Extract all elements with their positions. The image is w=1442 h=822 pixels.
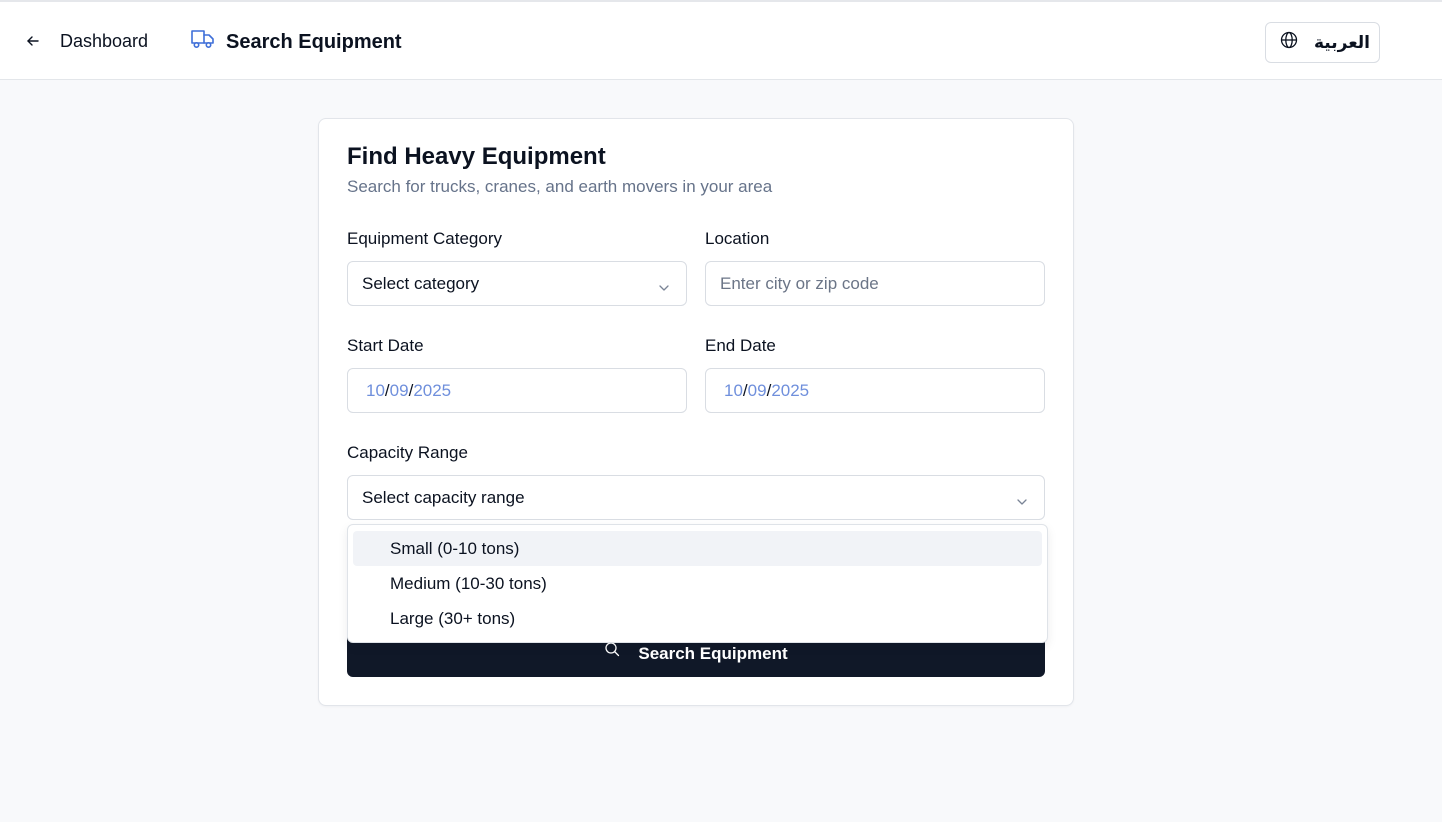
capacity-label: Capacity Range [347, 443, 468, 462]
back-label: Dashboard [60, 30, 149, 51]
start-date-month[interactable]: 10 [366, 381, 385, 401]
capacity-select[interactable]: Select capacity range [347, 475, 1045, 520]
end-date-label: End Date [705, 336, 776, 355]
language-label: العربية [1314, 32, 1371, 52]
end-date-month[interactable]: 10 [724, 381, 743, 401]
capacity-option-medium[interactable]: Medium (10-30 tons) [353, 566, 1042, 601]
capacity-dropdown-menu: Small (0-10 tons) Medium (10-30 tons) La… [347, 524, 1048, 643]
card-subtitle: Search for trucks, cranes, and earth mov… [347, 177, 773, 196]
arrow-left-icon [24, 32, 42, 50]
top-bar: Dashboard Search Equipment العربية [0, 0, 1442, 80]
chevron-down-icon [1016, 492, 1028, 512]
truck-icon [190, 28, 216, 56]
category-label: Equipment Category [347, 229, 502, 248]
start-date-input[interactable]: 10/09/2025 [347, 368, 687, 413]
location-field [705, 261, 1045, 306]
page-title: Search Equipment [190, 28, 402, 56]
globe-icon [1280, 31, 1298, 54]
back-to-dashboard-link[interactable]: Dashboard [24, 28, 148, 54]
capacity-select-value: Select capacity range [362, 487, 525, 507]
chevron-down-icon [658, 278, 670, 298]
search-icon [604, 641, 620, 662]
category-select-value: Select category [362, 273, 480, 293]
end-date-year[interactable]: 2025 [771, 381, 809, 401]
capacity-option-small[interactable]: Small (0-10 tons) [353, 531, 1042, 566]
category-select[interactable]: Select category [347, 261, 687, 306]
start-date-day[interactable]: 09 [390, 381, 409, 401]
capacity-option-large[interactable]: Large (30+ tons) [353, 601, 1042, 636]
end-date-day[interactable]: 09 [748, 381, 767, 401]
page-title-text: Search Equipment [226, 30, 402, 53]
search-button-label: Search Equipment [638, 644, 788, 663]
start-date-year[interactable]: 2025 [413, 381, 451, 401]
location-label: Location [705, 229, 770, 248]
language-toggle-button[interactable]: العربية [1265, 22, 1380, 63]
location-input[interactable] [720, 273, 1030, 294]
end-date-input[interactable]: 10/09/2025 [705, 368, 1045, 413]
card-title: Find Heavy Equipment [347, 143, 606, 170]
start-date-label: Start Date [347, 336, 424, 355]
